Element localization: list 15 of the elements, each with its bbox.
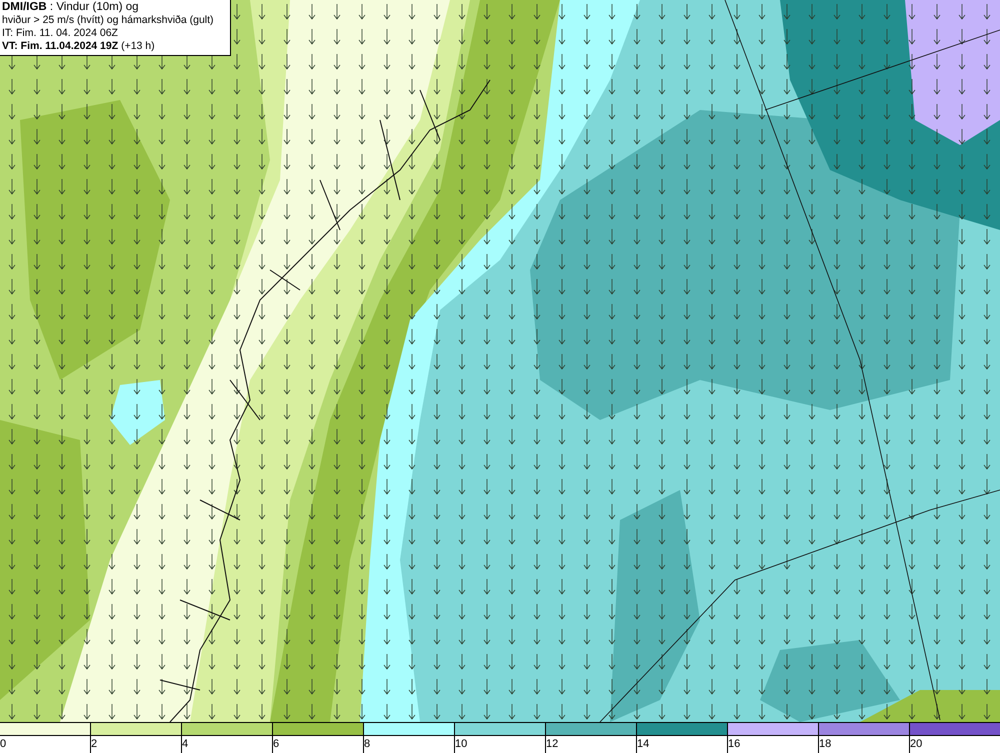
legend-label: 10 xyxy=(455,735,545,753)
legend-label: 14 xyxy=(637,735,727,753)
legend-label: 4 xyxy=(182,735,272,753)
legend-label: 16 xyxy=(728,735,818,753)
legend-label: 0 xyxy=(0,735,90,753)
legend-label: 8 xyxy=(364,735,454,753)
legend-label: 2 xyxy=(91,735,181,753)
legend-label: 12 xyxy=(546,735,636,753)
title-line: DMI/IGB : Vindur (10m) og xyxy=(2,1,140,14)
title-line: IT: Fim. 11. 04. 2024 06Z xyxy=(2,27,119,40)
legend-label: 18 xyxy=(819,735,909,753)
title-line: hviður > 25 m/s (hvítt) og hámarkshviða (gult) xyxy=(2,14,215,27)
legend-label: 20 xyxy=(910,735,1000,753)
legend-label: 6 xyxy=(273,735,363,753)
title-line: VT: Fim. 11.04.2024 19Z (+13 h) xyxy=(2,40,156,53)
